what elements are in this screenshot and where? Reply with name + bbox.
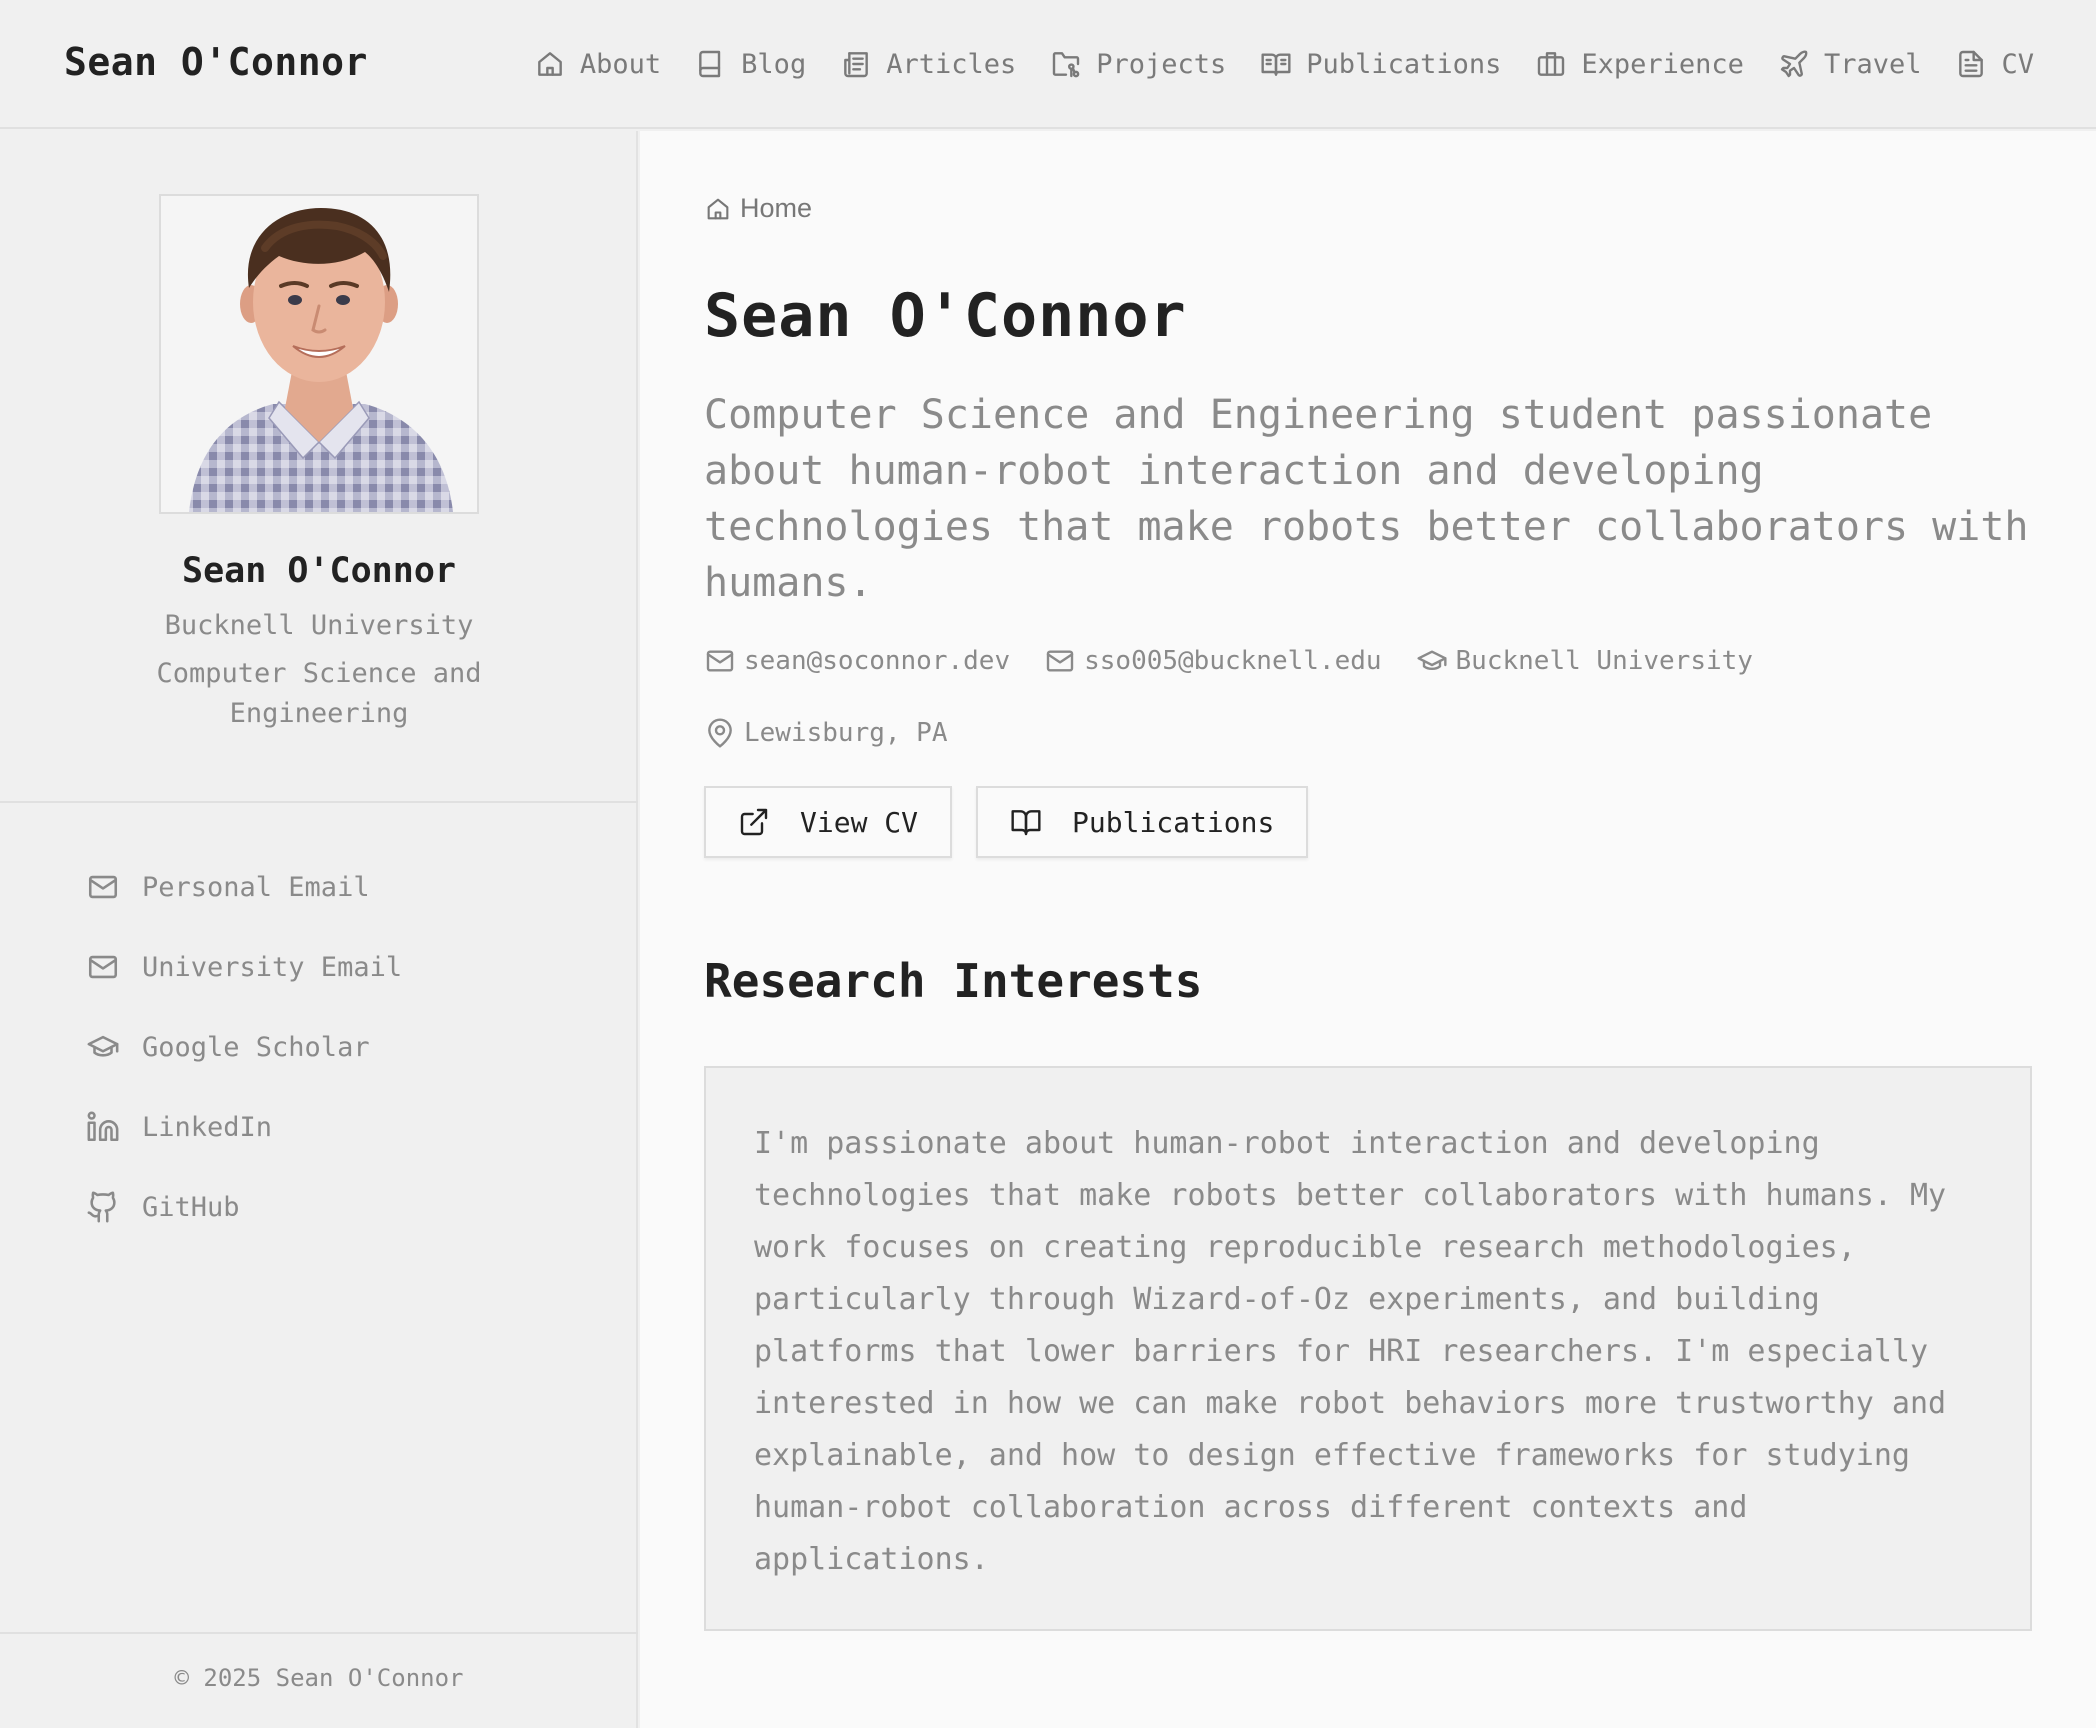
- sidebar-link-label: Google Scholar: [142, 1031, 370, 1063]
- personal-email: sean@soconnor.dev: [744, 646, 1011, 676]
- breadcrumb-home: Home: [740, 193, 813, 223]
- sidebar-link-linkedin[interactable]: LinkedIn: [86, 1087, 402, 1167]
- newspaper-icon: [844, 52, 869, 78]
- site-title[interactable]: Sean O'Connor: [64, 40, 368, 84]
- book-open-icon: [1261, 53, 1291, 76]
- sidebar-name: Sean O'Connor: [182, 551, 456, 591]
- university-email: sso005@bucknell.edu: [1084, 646, 1382, 676]
- file-text-icon: [1959, 50, 1984, 78]
- sidebar-link-label: Personal Email: [142, 871, 370, 903]
- book-open-icon: [1011, 810, 1041, 836]
- graduation-cap-icon: [1416, 650, 1447, 671]
- nav-articles[interactable]: Articles: [840, 48, 1016, 80]
- location-info: Lewisburg, PA: [704, 717, 948, 749]
- location: Lewisburg, PA: [744, 718, 948, 748]
- page-title: Sean O'Connor: [704, 281, 1187, 351]
- nav-projects-label: Projects: [1096, 48, 1227, 80]
- top-navigation-bar: Sean O'Connor About Blog Articles Projec…: [0, 0, 2096, 129]
- folder-git-icon: [1053, 52, 1080, 78]
- nav-experience[interactable]: Experience: [1535, 48, 1744, 80]
- contact-row: sean@soconnor.dev sso005@bucknell.edu Bu…: [704, 645, 1787, 677]
- github-icon: [87, 1191, 116, 1223]
- footer-divider: [0, 1632, 638, 1634]
- intro-text: Computer Science and Engineering student…: [704, 392, 2029, 606]
- action-buttons: View CV Publications: [704, 786, 1332, 858]
- nav-blog[interactable]: Blog: [695, 48, 806, 80]
- view-cv-button[interactable]: View CV: [704, 786, 953, 858]
- university-info: Bucknell University: [1416, 645, 1753, 677]
- sidebar-link-label: LinkedIn: [142, 1111, 273, 1143]
- nav-travel-label: Travel: [1823, 48, 1922, 80]
- sidebar-link-github[interactable]: GitHub: [86, 1167, 402, 1247]
- research-interests-text: I'm passionate about human-robot interac…: [754, 1126, 1947, 1577]
- home-icon: [538, 52, 562, 76]
- map-pin-icon: [708, 718, 732, 748]
- personal-email-link[interactable]: sean@soconnor.dev: [704, 645, 1010, 677]
- nav-experience-label: Experience: [1581, 48, 1744, 80]
- sidebar-link-personal-email[interactable]: Personal Email: [86, 847, 402, 927]
- nav-travel[interactable]: Travel: [1778, 48, 1922, 80]
- home-icon: [707, 198, 729, 219]
- nav-about[interactable]: About: [534, 48, 661, 80]
- research-interests-card: I'm passionate about human-robot interac…: [704, 1066, 2032, 1631]
- copyright-footer: © 2025 Sean O'Connor: [174, 1664, 464, 1692]
- profile-sidebar: Sean O'Connor Bucknell University Comput…: [0, 131, 638, 1728]
- university-name: Bucknell University: [1455, 646, 1753, 676]
- publications-button[interactable]: Publications: [976, 786, 1309, 858]
- nav-cv-label: CV: [2001, 48, 2034, 80]
- breadcrumb[interactable]: Home: [704, 193, 812, 224]
- main-content: Home Sean O'Connor Computer Science and …: [640, 131, 2096, 1728]
- sidebar-divider: [0, 801, 638, 803]
- linkedin-icon: [87, 1111, 119, 1142]
- external-link-icon: [740, 808, 768, 836]
- research-interests-heading: Research Interests: [704, 954, 1203, 1008]
- main-nav: About Blog Articles Projects Publication…: [534, 40, 2034, 88]
- sidebar-link-label: GitHub: [142, 1191, 240, 1223]
- briefcase-icon: [1538, 52, 1565, 76]
- plane-icon: [1780, 50, 1808, 78]
- nav-projects[interactable]: Projects: [1050, 48, 1226, 80]
- university-email-link[interactable]: sso005@bucknell.edu: [1044, 645, 1382, 677]
- location-row: Lewisburg, PA: [704, 717, 982, 749]
- avatar: [159, 194, 479, 514]
- nav-cv[interactable]: CV: [1955, 48, 2034, 80]
- sidebar-link-university-email[interactable]: University Email: [86, 927, 402, 1007]
- sidebar-program: Computer Science and Engineering: [156, 658, 482, 729]
- sidebar-university: Bucknell University: [164, 610, 474, 641]
- publications-label: Publications: [1072, 805, 1275, 839]
- sidebar-link-google-scholar[interactable]: Google Scholar: [86, 1007, 402, 1087]
- nav-about-label: About: [579, 48, 662, 80]
- book-icon: [699, 50, 721, 78]
- sidebar-links: Personal Email University Email Google S…: [86, 847, 402, 1247]
- profile-photo: [161, 196, 477, 512]
- mail-icon: [88, 955, 118, 979]
- mail-icon: [1046, 650, 1074, 672]
- mail-icon: [88, 875, 118, 899]
- nav-publications[interactable]: Publications: [1260, 48, 1501, 80]
- nav-articles-label: Articles: [886, 48, 1017, 80]
- view-cv-label: View CV: [800, 805, 919, 839]
- graduation-cap-icon: [87, 1035, 119, 1057]
- sidebar-link-label: University Email: [142, 951, 403, 983]
- mail-icon: [706, 650, 734, 672]
- nav-publications-label: Publications: [1306, 48, 1502, 80]
- nav-blog-label: Blog: [741, 48, 807, 80]
